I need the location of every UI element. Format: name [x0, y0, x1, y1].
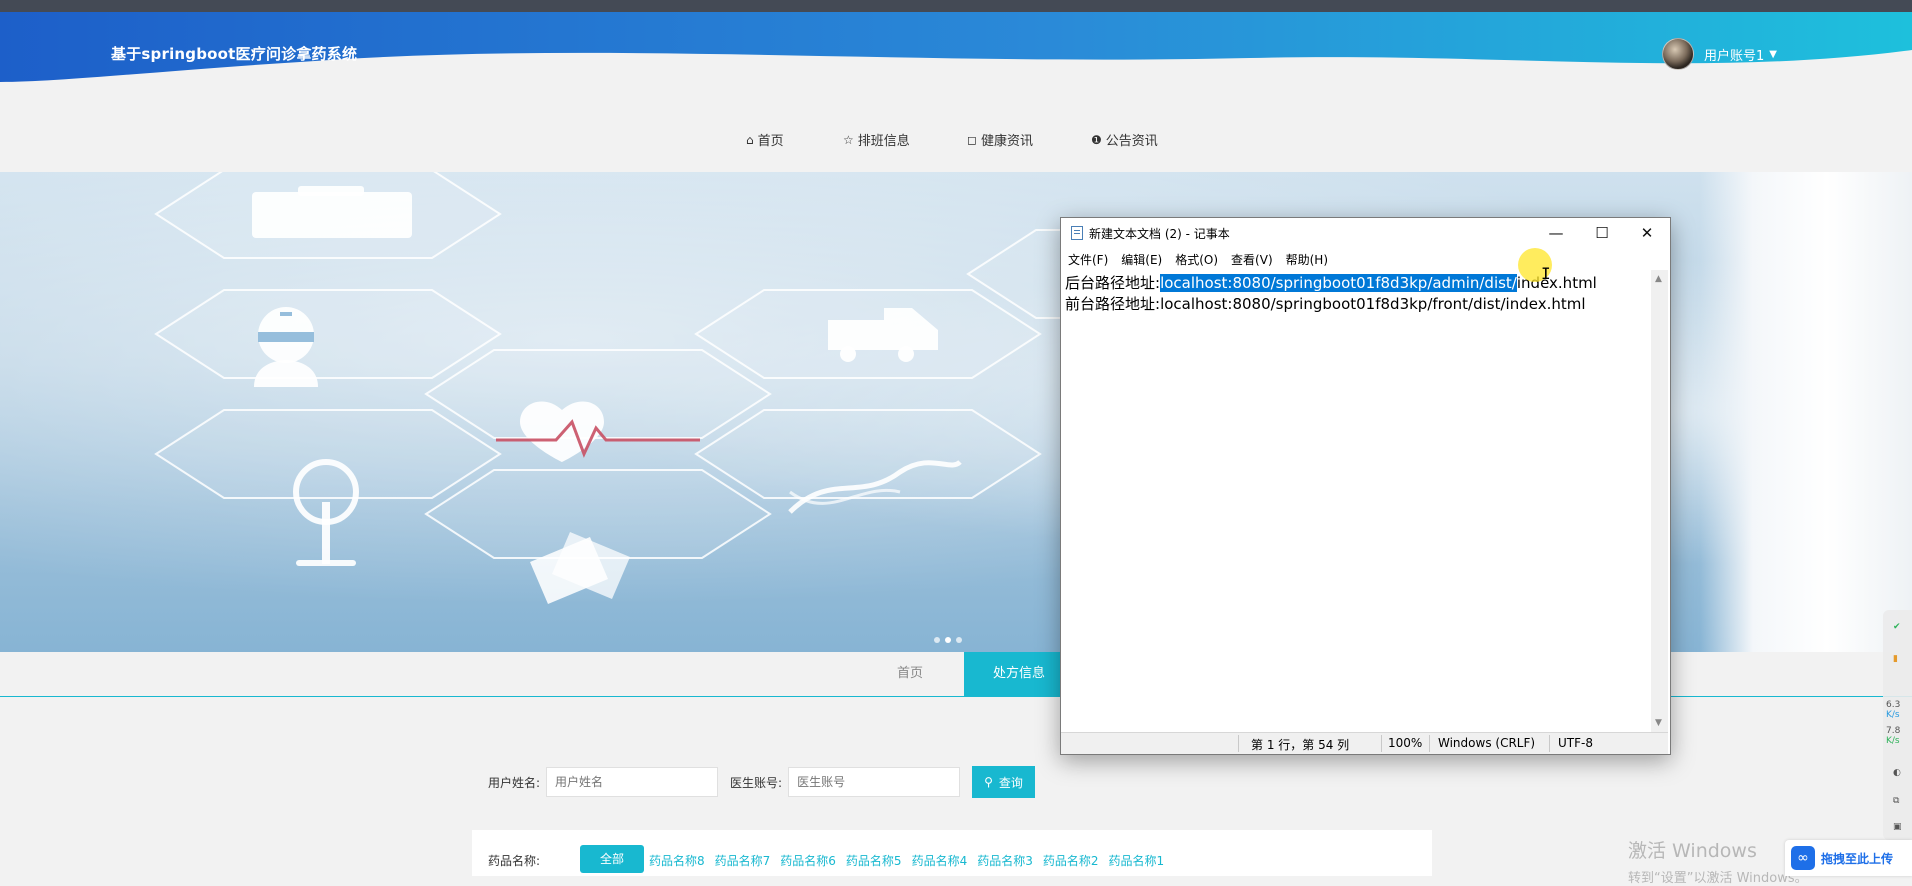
- nav-item-announcements[interactable]: ❶ 公告资讯: [1091, 130, 1158, 150]
- carousel-dot[interactable]: [956, 637, 962, 643]
- filter-option[interactable]: 药品名称8: [649, 852, 705, 869]
- menu-help[interactable]: 帮助(H): [1286, 251, 1328, 268]
- search-button[interactable]: ⚲ 查询: [972, 766, 1035, 798]
- browser-top-strip: [0, 0, 1912, 12]
- filter-option[interactable]: 药品名称3: [977, 852, 1033, 869]
- menu-file[interactable]: 文件(F): [1068, 251, 1108, 268]
- notepad-menubar: 文件(F) 编辑(E) 格式(O) 查看(V) 帮助(H): [1061, 248, 1670, 270]
- side-tray-widget[interactable]: ✔ ▮ 6.3 K/s 7.8 K/s ◐ ⧉ ▣: [1883, 610, 1912, 840]
- nav-item-label: 排班信息: [857, 134, 910, 149]
- shield-icon[interactable]: ✔: [1893, 622, 1901, 632]
- crop-icon[interactable]: ⧉: [1893, 796, 1899, 806]
- tool-icon[interactable]: ◐: [1893, 768, 1901, 778]
- doctor-coat-image: [1700, 172, 1912, 652]
- zoom-level: 100%: [1388, 736, 1423, 750]
- carousel-indicators[interactable]: [934, 637, 962, 643]
- close-icon[interactable]: ✕: [1624, 218, 1670, 248]
- filter-options: 药品名称8 药品名称7 药品名称6 药品名称5 药品名称4 药品名称3 药品名称…: [649, 852, 1164, 869]
- username-input[interactable]: [546, 767, 719, 797]
- notepad-app-icon: [1071, 226, 1083, 240]
- drag-upload-label: 拖拽至此上传: [1821, 851, 1894, 866]
- filter-option[interactable]: 药品名称5: [846, 852, 902, 869]
- frontend-path-value: localhost:8080/springboot01f8d3kp/front/…: [1160, 295, 1586, 313]
- minimize-icon[interactable]: —: [1533, 218, 1579, 248]
- upload-speed-unit: K/s: [1886, 710, 1900, 720]
- text-line-2[interactable]: 前台路径地址:localhost:8080/springboot01f8d3kp…: [1065, 293, 1586, 314]
- lock-icon[interactable]: ▣: [1893, 822, 1902, 832]
- nav-item-home[interactable]: ⌂ 首页: [746, 130, 784, 150]
- notepad-titlebar[interactable]: 新建文本文档 (2) - 记事本 — ☐ ✕: [1061, 218, 1670, 248]
- info-icon: ❶: [1091, 132, 1102, 147]
- backend-path-label: 后台路径地址:: [1065, 274, 1161, 292]
- star-icon: ☆: [843, 132, 854, 147]
- search-button-label: 查询: [998, 775, 1023, 790]
- home-icon: ⌂: [746, 132, 754, 147]
- bars-icon[interactable]: ▮: [1893, 654, 1898, 664]
- filter-all-button[interactable]: 全部: [580, 845, 644, 873]
- text-line-1[interactable]: 后台路径地址:localhost:8080/springboot01f8d3kp…: [1065, 272, 1597, 293]
- menu-edit[interactable]: 编辑(E): [1121, 251, 1162, 268]
- nav-item-schedule[interactable]: ☆ 排班信息: [843, 130, 910, 150]
- maximize-icon[interactable]: ☐: [1579, 218, 1625, 248]
- carousel-dot[interactable]: [934, 637, 940, 643]
- frontend-path-label: 前台路径地址:: [1065, 295, 1161, 313]
- selected-text[interactable]: localhost:8080/springboot01f8d3kp/admin/…: [1160, 274, 1517, 292]
- line-ending: Windows (CRLF): [1438, 736, 1536, 750]
- doctor-account-input[interactable]: [788, 767, 961, 797]
- medicine-filter: 药品名称: 全部 药品名称8 药品名称7 药品名称6 药品名称5 药品名称4 药…: [472, 830, 1432, 876]
- download-speed-unit: K/s: [1886, 736, 1900, 746]
- download-speed: 7.8: [1886, 726, 1901, 736]
- nav-item-label: 公告资讯: [1105, 134, 1158, 149]
- nav-item-health-news[interactable]: ◻ 健康资讯: [967, 130, 1033, 150]
- filter-option[interactable]: 药品名称1: [1108, 852, 1164, 869]
- doctor-account-label: 医生账号:: [730, 775, 783, 790]
- drag-upload-button[interactable]: ∞ 拖拽至此上传: [1785, 840, 1912, 876]
- menu-format[interactable]: 格式(O): [1175, 251, 1218, 268]
- filter-option[interactable]: 药品名称7: [715, 852, 771, 869]
- caret-down-icon[interactable]: ▼: [1769, 49, 1777, 60]
- filter-option[interactable]: 药品名称2: [1043, 852, 1099, 869]
- watermark-line1: 激活 Windows: [1628, 840, 1757, 862]
- user-name[interactable]: 用户账号1: [1704, 45, 1764, 64]
- cloud-upload-icon: ∞: [1791, 846, 1815, 870]
- menu-view[interactable]: 查看(V): [1231, 251, 1273, 268]
- tab-home[interactable]: 首页: [855, 652, 965, 696]
- notepad-statusbar: 第 1 行，第 54 列 100% Windows (CRLF) UTF-8: [1061, 732, 1668, 754]
- search-icon: ⚲: [984, 775, 993, 789]
- watermark-line2: 转到“设置”以激活 Windows。: [1628, 871, 1808, 886]
- avatar[interactable]: [1662, 38, 1694, 70]
- nav-item-label: 健康资讯: [980, 134, 1033, 149]
- carousel-dot-active[interactable]: [945, 637, 951, 643]
- notepad-window[interactable]: 新建文本文档 (2) - 记事本 — ☐ ✕ 文件(F) 编辑(E) 格式(O)…: [1060, 217, 1671, 755]
- notepad-title: 新建文本文档 (2) - 记事本: [1089, 227, 1230, 241]
- notepad-text-area[interactable]: 后台路径地址:localhost:8080/springboot01f8d3kp…: [1061, 270, 1651, 732]
- site-header: 基于springboot医疗问诊拿药系统 用户账号1 ▼: [0, 12, 1912, 84]
- text-cursor-icon: I: [1541, 264, 1551, 283]
- filter-option[interactable]: 药品名称6: [780, 852, 836, 869]
- filter-option[interactable]: 药品名称4: [912, 852, 968, 869]
- bag-icon: ◻: [967, 132, 977, 147]
- scroll-down-icon[interactable]: ▼: [1655, 718, 1662, 728]
- username-label: 用户姓名:: [488, 775, 541, 790]
- cursor-position: 第 1 行，第 54 列: [1251, 738, 1350, 752]
- nav-item-label: 首页: [757, 134, 784, 149]
- site-title[interactable]: 基于springboot医疗问诊拿药系统: [111, 43, 357, 64]
- main-nav: ⌂ 首页 ☆ 排班信息 ◻ 健康资讯 ❶ 公告资讯: [0, 130, 1912, 152]
- user-menu[interactable]: 用户账号1 ▼: [1662, 38, 1777, 70]
- windows-activation-watermark: 激活 Windows 转到“设置”以激活 Windows。: [1628, 836, 1808, 886]
- search-bar: 用户姓名: 医生账号: ⚲ 查询: [488, 766, 1035, 798]
- scroll-up-icon[interactable]: ▲: [1655, 274, 1662, 284]
- encoding: UTF-8: [1558, 736, 1593, 750]
- tab-prescription-info[interactable]: 处方信息: [964, 652, 1074, 696]
- vertical-scrollbar[interactable]: ▲ ▼: [1651, 270, 1668, 732]
- medicine-filter-label: 药品名称:: [488, 854, 541, 868]
- upload-speed: 6.3: [1886, 700, 1901, 710]
